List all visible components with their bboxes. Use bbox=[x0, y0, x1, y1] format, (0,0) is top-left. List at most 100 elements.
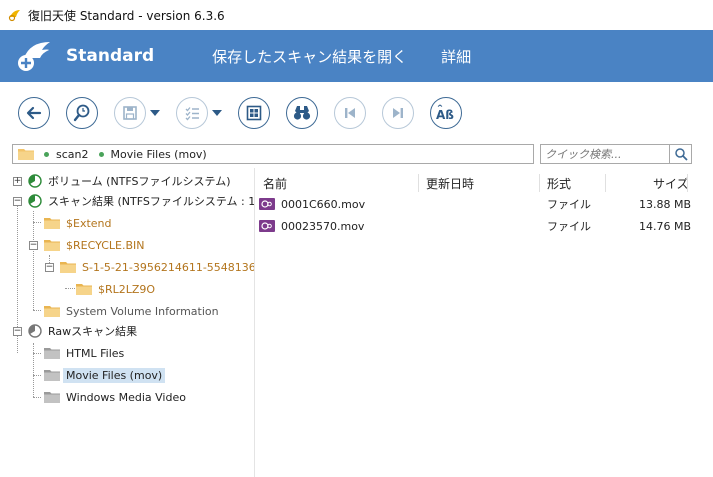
tree-node-recycle-bin[interactable]: − $RECYCLE.BIN bbox=[29, 234, 144, 256]
path-breadcrumb-bar[interactable]: scan2 Movie Files (mov) bbox=[12, 144, 534, 164]
scan-search-icon bbox=[73, 104, 90, 122]
file-list-header: 名前 更新日時 形式 サイズ bbox=[255, 172, 695, 194]
gray-folder-icon bbox=[44, 392, 60, 403]
video-file-icon bbox=[259, 198, 275, 210]
next-button[interactable] bbox=[382, 97, 414, 129]
search-icon bbox=[674, 148, 688, 161]
tree-label: $RL2LZ9O bbox=[98, 282, 156, 296]
tree-label: Rawスキャン結果 bbox=[48, 325, 138, 338]
brand-label: Standard bbox=[66, 46, 155, 66]
folder-tree: + ボリューム (NTFSファイルシステム) − スキャン結果 (NTFSファイ… bbox=[0, 168, 254, 477]
window-title: 復旧天使 Standard - version 6.3.6 bbox=[28, 8, 225, 23]
quick-search-box bbox=[540, 144, 692, 164]
collapse-toggle[interactable]: − bbox=[29, 240, 38, 250]
gray-folder-icon bbox=[44, 348, 60, 359]
view-button[interactable] bbox=[238, 97, 270, 129]
folder-icon bbox=[18, 149, 34, 160]
breadcrumb-item[interactable]: scan2 bbox=[44, 148, 89, 161]
column-divider[interactable] bbox=[687, 174, 688, 192]
folder-icon bbox=[60, 262, 76, 273]
search-button[interactable] bbox=[669, 145, 691, 163]
folder-icon bbox=[44, 306, 60, 317]
folder-icon bbox=[44, 218, 60, 229]
tree-label: Movie Files (mov) bbox=[63, 367, 166, 383]
collapse-toggle[interactable]: − bbox=[45, 262, 54, 272]
previous-button[interactable] bbox=[334, 97, 366, 129]
table-row[interactable]: 0001C660.mov ファイル 13.88 MB bbox=[255, 193, 695, 215]
file-size: 13.88 MB bbox=[639, 197, 692, 211]
tree-label: S-1-5-21-3956214611-554813632-1 bbox=[82, 260, 254, 274]
toolbar: Aß bbox=[0, 82, 713, 144]
green-dot-icon bbox=[98, 151, 104, 157]
checklist-dropdown-arrow[interactable] bbox=[212, 109, 222, 117]
file-type: ファイル bbox=[547, 220, 591, 233]
tree-label: $RECYCLE.BIN bbox=[66, 238, 145, 252]
collapse-toggle[interactable]: − bbox=[13, 196, 22, 206]
volume-pie-icon bbox=[28, 174, 42, 188]
tree-connector bbox=[33, 353, 41, 354]
tree-node-rl-folder[interactable]: $RL2LZ9O bbox=[76, 278, 155, 300]
column-divider[interactable] bbox=[539, 174, 540, 192]
tree-node-volume[interactable]: + ボリューム (NTFSファイルシステム) bbox=[13, 170, 230, 192]
find-button[interactable] bbox=[286, 97, 318, 129]
svg-text:Aß: Aß bbox=[436, 108, 454, 122]
title-bar: 復旧天使 Standard - version 6.3.6 bbox=[0, 0, 713, 30]
table-row[interactable]: 00023570.mov ファイル 14.76 MB bbox=[255, 215, 695, 237]
app-header: Standard 保存したスキャン結果を開く 詳細 bbox=[0, 30, 713, 82]
back-button[interactable] bbox=[18, 97, 50, 129]
back-arrow-icon bbox=[26, 106, 42, 120]
column-header-name[interactable]: 名前 bbox=[263, 172, 287, 194]
folder-icon bbox=[44, 240, 60, 251]
text-case-icon: Aß bbox=[436, 104, 454, 122]
file-name-cell: 00023570.mov bbox=[259, 215, 364, 237]
tree-connector bbox=[33, 310, 41, 311]
tree-label: $Extend bbox=[66, 216, 112, 230]
angel-wing-logo-icon bbox=[18, 42, 50, 71]
gray-folder-icon bbox=[44, 370, 60, 381]
tree-node-windows-media-video[interactable]: Windows Media Video bbox=[44, 386, 186, 408]
file-size: 14.76 MB bbox=[639, 219, 692, 233]
next-icon bbox=[393, 108, 403, 118]
tree-label: スキャン結果 (NTFSファイルシステム : 128.7 bbox=[48, 195, 254, 208]
tree-node-html-files[interactable]: HTML Files bbox=[44, 342, 124, 364]
tree-node-movie-files[interactable]: Movie Files (mov) bbox=[44, 364, 166, 386]
file-name: 0001C660.mov bbox=[281, 197, 366, 211]
breadcrumb-label: Movie Files (mov) bbox=[110, 147, 207, 161]
file-list: 名前 更新日時 形式 サイズ 0001C660.mov ファイル 13.88 M… bbox=[255, 168, 713, 477]
expand-toggle[interactable]: + bbox=[13, 176, 22, 186]
open-saved-scan-menu[interactable]: 保存したスキャン結果を開く bbox=[212, 46, 407, 67]
tree-label: Windows Media Video bbox=[66, 390, 186, 404]
column-divider[interactable] bbox=[605, 174, 606, 192]
tree-node-raw-scan[interactable]: − Rawスキャン結果 bbox=[13, 320, 137, 342]
volume-pie-icon bbox=[28, 194, 42, 208]
quick-search-input[interactable] bbox=[541, 145, 667, 163]
column-divider[interactable] bbox=[418, 174, 419, 192]
column-header-size[interactable]: サイズ bbox=[653, 172, 689, 194]
green-dot-icon bbox=[44, 151, 49, 157]
tree-node-system-volume-information[interactable]: System Volume Information bbox=[44, 300, 219, 322]
folder-icon bbox=[76, 284, 92, 295]
tree-node-extend[interactable]: $Extend bbox=[44, 212, 112, 234]
column-header-modified[interactable]: 更新日時 bbox=[426, 172, 474, 194]
view-grid-icon bbox=[246, 105, 262, 121]
save-button[interactable] bbox=[114, 97, 146, 129]
collapse-toggle[interactable]: − bbox=[13, 326, 22, 336]
tree-connector bbox=[33, 222, 41, 223]
text-encoding-button[interactable]: Aß bbox=[430, 97, 462, 129]
tree-connector bbox=[33, 211, 34, 310]
checklist-button[interactable] bbox=[176, 97, 208, 129]
save-dropdown-arrow[interactable] bbox=[150, 109, 160, 117]
scan-button[interactable] bbox=[66, 97, 98, 129]
details-menu[interactable]: 詳細 bbox=[441, 46, 471, 67]
tree-connector bbox=[33, 397, 41, 398]
tree-node-scan-result[interactable]: − スキャン結果 (NTFSファイルシステム : 128.7 bbox=[13, 190, 254, 212]
checklist-icon bbox=[185, 107, 199, 121]
tree-label: ボリューム (NTFSファイルシステム) bbox=[48, 175, 231, 188]
column-header-type[interactable]: 形式 bbox=[547, 172, 571, 194]
raw-scan-pie-icon bbox=[28, 324, 42, 338]
breadcrumb-item[interactable]: Movie Files (mov) bbox=[98, 147, 207, 161]
tree-node-sid-folder[interactable]: − S-1-5-21-3956214611-554813632-1 bbox=[45, 256, 254, 278]
chevron-down-icon bbox=[150, 110, 160, 116]
file-name: 00023570.mov bbox=[281, 219, 365, 233]
chevron-down-icon bbox=[212, 110, 222, 116]
